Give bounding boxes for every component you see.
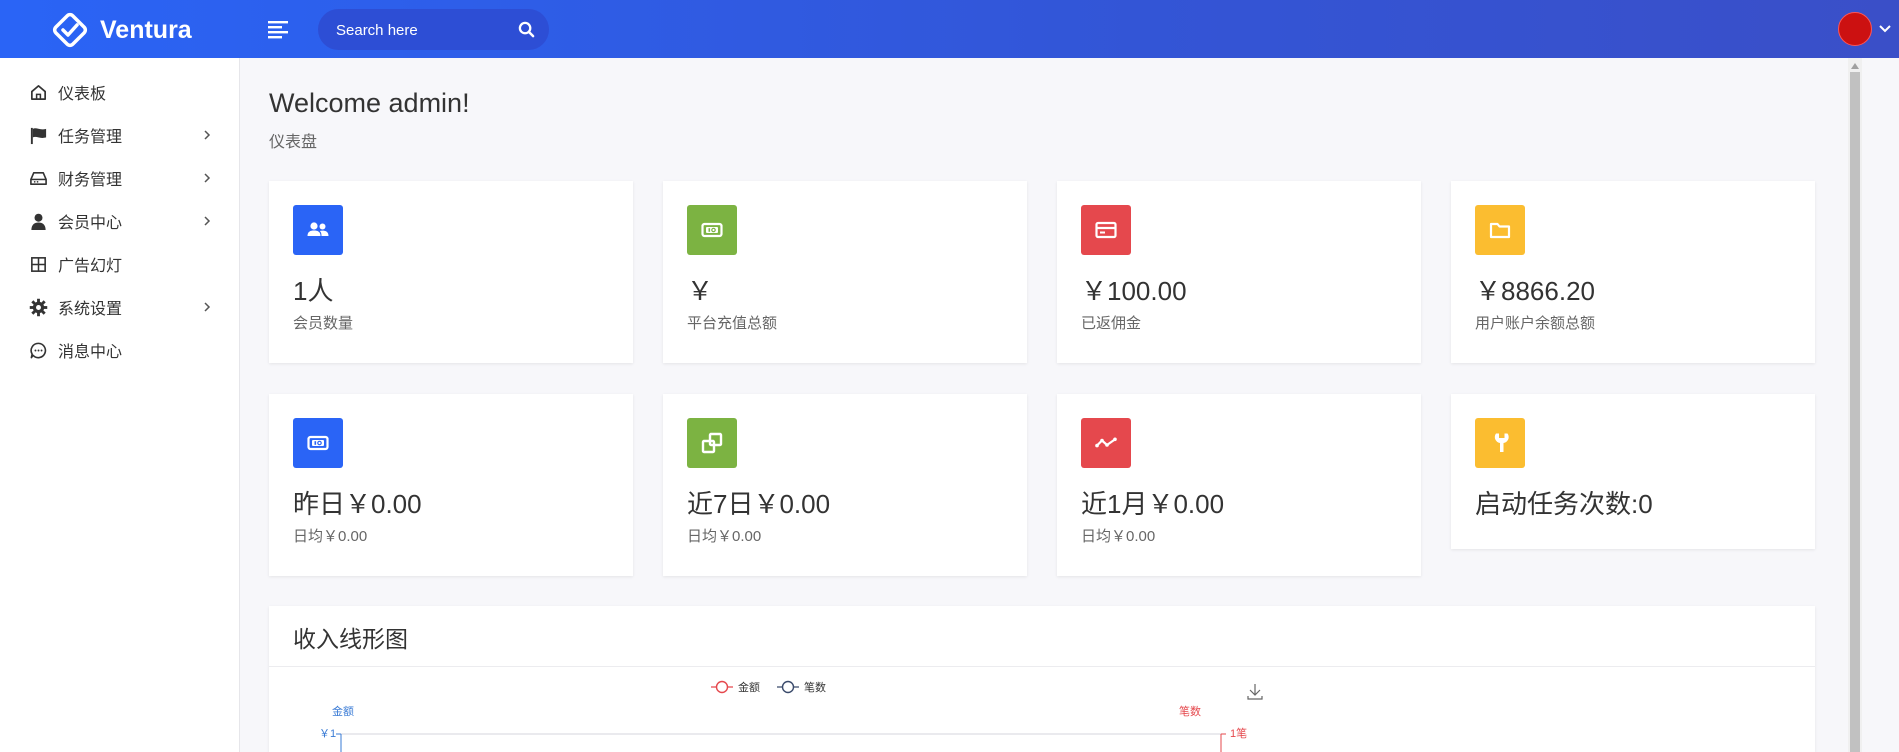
hard-drive-icon [28, 168, 48, 188]
chevron-right-icon[interactable] [201, 214, 213, 228]
sidebar-item-label: 仪表板 [58, 86, 107, 103]
stat-label: 用户账户余额总额 [1475, 315, 1596, 332]
stat-value: 近1月￥0.00 [1081, 489, 1225, 519]
stat-label: 日均￥0.00 [293, 528, 368, 545]
logo-icon [52, 12, 88, 48]
stat-value: 启动任务次数:0 [1475, 489, 1653, 519]
main-content: Welcome admin! 仪表盘 1人 会员数量 ￥ 平台充值总额 ￥100… [240, 58, 1848, 752]
stat-card-last-month: 近1月￥0.00 日均￥0.00 [1057, 394, 1421, 576]
money-icon [293, 418, 343, 468]
stat-label: 平台充值总额 [687, 315, 778, 332]
stat-card-balance-total: ￥8866.20 用户账户余额总额 [1451, 181, 1815, 363]
sidebar-item-members[interactable]: 会员中心 [28, 206, 213, 236]
user-menu[interactable] [1838, 12, 1892, 46]
brand[interactable]: Ventura [50, 10, 192, 50]
avatar[interactable] [1838, 12, 1872, 46]
message-icon [28, 340, 48, 360]
legend-item-count[interactable]: 笔数 [777, 680, 826, 694]
income-line-chart: 金额 笔数 金额 笔数 ￥1 1笔 [319, 680, 1263, 752]
scrollbar[interactable] [1848, 58, 1862, 752]
sidebar-item-label: 任务管理 [58, 129, 123, 146]
home-icon [28, 82, 48, 102]
gear-icon [28, 297, 48, 317]
users-icon [293, 205, 343, 255]
legend-label: 金额 [738, 680, 760, 694]
left-axis-name: 金额 [332, 704, 354, 718]
left-axis-tick: ￥1 [319, 728, 336, 740]
search-box [318, 9, 549, 52]
legend-item-amount[interactable]: 金额 [711, 680, 760, 694]
page-subtitle: 仪表盘 [269, 134, 318, 151]
income-line-chart-panel: 收入线形图 金额 笔数 金额 笔数 ￥1 1笔 [269, 606, 1815, 752]
menu-toggle-icon[interactable] [266, 17, 290, 41]
chevron-right-icon[interactable] [201, 128, 213, 142]
sidebar-item-label: 会员中心 [58, 215, 123, 232]
flag-icon [28, 125, 48, 145]
sidebar-item-dashboard[interactable]: 仪表板 [28, 77, 213, 107]
stat-value: 近7日￥0.00 [687, 489, 831, 519]
chevron-right-icon[interactable] [201, 300, 213, 314]
stat-label: 已返佣金 [1081, 315, 1142, 332]
wrench-icon [1475, 418, 1525, 468]
stat-value: ￥8866.20 [1475, 276, 1595, 306]
stat-value: ￥ [687, 276, 714, 306]
stat-card-recharge-total: ￥ 平台充值总额 [663, 181, 1027, 363]
chart-title: 收入线形图 [293, 626, 408, 652]
right-axis-tick: 1笔 [1230, 726, 1247, 740]
stat-card-last-7-days: 近7日￥0.00 日均￥0.00 [663, 394, 1027, 576]
sidebar-item-finance[interactable]: 财务管理 [28, 163, 213, 193]
sidebar-item-label: 财务管理 [58, 172, 123, 189]
search-icon[interactable] [518, 21, 535, 38]
sidebar: 仪表板 任务管理 财务管理 会员中心 广告幻灯 系统设置 消息中心 [0, 58, 240, 752]
copy-icon [687, 418, 737, 468]
right-axis-name: 笔数 [1179, 704, 1201, 718]
search-input[interactable] [334, 9, 508, 52]
page-title: Welcome admin! [269, 88, 470, 118]
top-bar: Ventura [0, 0, 1899, 58]
chevron-down-icon[interactable] [1878, 22, 1892, 36]
stat-value: ￥100.00 [1081, 276, 1187, 306]
legend-label: 笔数 [804, 680, 826, 694]
sidebar-item-tasks[interactable]: 任务管理 [28, 120, 213, 150]
stat-label: 会员数量 [293, 315, 354, 332]
scrollbar-thumb[interactable] [1850, 72, 1860, 752]
money-icon [687, 205, 737, 255]
credit-card-icon [1081, 205, 1131, 255]
stat-card-yesterday: 昨日￥0.00 日均￥0.00 [269, 394, 633, 576]
sidebar-item-label: 系统设置 [58, 301, 123, 318]
sidebar-item-ads[interactable]: 广告幻灯 [28, 249, 213, 279]
sidebar-item-messages[interactable]: 消息中心 [28, 335, 213, 365]
sidebar-item-label: 消息中心 [58, 344, 123, 361]
sidebar-item-settings[interactable]: 系统设置 [28, 292, 213, 322]
download-icon[interactable] [1247, 684, 1263, 700]
brand-name: Ventura [100, 15, 192, 44]
stat-label: 日均￥0.00 [687, 528, 762, 545]
scroll-up-arrow-icon[interactable] [1851, 63, 1859, 69]
user-icon [28, 211, 48, 231]
stat-card-task-launches: 启动任务次数:0 [1451, 394, 1815, 549]
folder-icon [1475, 205, 1525, 255]
grid-icon [28, 254, 48, 274]
stat-value: 1人 [293, 276, 334, 306]
stat-card-members: 1人 会员数量 [269, 181, 633, 363]
stat-card-commission: ￥100.00 已返佣金 [1057, 181, 1421, 363]
sidebar-item-label: 广告幻灯 [58, 258, 123, 275]
activity-icon [1081, 418, 1131, 468]
stat-label: 日均￥0.00 [1081, 528, 1156, 545]
chevron-right-icon[interactable] [201, 171, 213, 185]
stat-value: 昨日￥0.00 [293, 489, 422, 519]
